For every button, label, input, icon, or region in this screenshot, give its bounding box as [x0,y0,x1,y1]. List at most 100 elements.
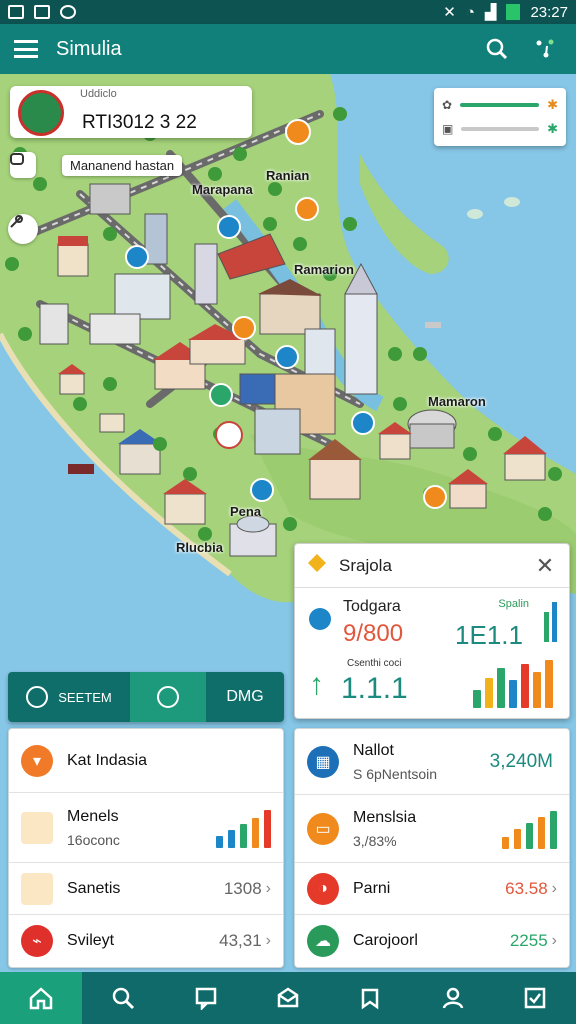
city-badge-icon [18,90,64,136]
info-popup: Srajola ✕ Todgara 9/800 Spalin 1E1.1 ↑ C… [294,543,570,719]
list-item-title: Parni [353,879,391,897]
chart-icon: ◑ [307,872,339,905]
speedometer-icon [309,608,331,630]
chevron-right-icon: › [265,932,271,949]
list-item[interactable]: ▦ Nallot S 6pNentsoin 3,240M [295,729,569,795]
place-label: Ranian [266,168,310,183]
close-icon[interactable]: ✕ [533,553,557,579]
today-label: Todgara [343,598,401,615]
popup-mini-bars [544,602,557,642]
bottom-navigation [0,972,576,1024]
image-icon [8,5,24,19]
status-time: 23:27 [530,3,568,21]
calendar-icon: ▦ [307,745,339,778]
segment-toggle[interactable] [130,672,206,722]
list-item[interactable]: Menels 16oconc [9,793,283,863]
lock-icon: ▣ [442,122,454,136]
diamond-icon [307,553,327,578]
legend-bar-primary [460,103,540,107]
popup-bar-chart [473,658,553,708]
segment-right-label: DMG [226,688,264,705]
location-subtitle: Uddiclo [80,88,117,100]
check-icon[interactable] [494,972,576,1024]
share-icon[interactable] [528,32,562,66]
place-label: Rlucbia [176,540,223,555]
chart-caption: Csenthi coci [347,658,402,669]
gallery-icon [34,5,50,19]
list-item-subtitle: 16oconc [67,831,120,848]
list-item-title: Nallot [353,741,394,759]
chevron-right-icon: › [551,932,557,949]
chat-icon[interactable] [165,972,247,1024]
settings-icon [60,5,76,19]
list-item-value: 2255 [509,931,548,950]
trend-arrow-icon: ↑ [309,668,324,701]
segment-dmg[interactable]: DMG [206,672,284,722]
battery-icon [506,4,521,20]
list-item-title: Sanetis [67,879,121,897]
segmented-control: SEETEM DMG [8,672,284,722]
segment-left-label: SEETEM [58,689,112,705]
place-label: Pena [230,504,262,519]
bookmark-icon[interactable] [329,972,411,1024]
list-item-value: 3,240M [489,750,553,772]
list-item-subtitle: 3,/83% [353,832,397,849]
right-list: ▦ Nallot S 6pNentsoin 3,240M ▭ Menslsia … [294,728,570,968]
spark-value: 1E1.1 [455,620,523,650]
layers-icon[interactable] [10,152,36,178]
list-item[interactable]: ☁ Carojoorl 2255 › [295,915,569,967]
app-title: Simulia [56,37,122,60]
wallet-icon: ▭ [307,812,339,845]
mail-icon[interactable] [247,972,329,1024]
list-item-value: 1308 [223,878,262,898]
segment-system[interactable]: SEETEM [8,672,130,722]
left-list: ▾ Kat Indasia Menels 16oconc Sanetis 130… [8,728,284,968]
document-icon [21,872,53,905]
app-bar: Simulia [0,24,576,74]
trend-value: 1.1.1 [341,672,408,705]
search-icon[interactable] [480,32,514,66]
leaf-icon: ✱ [547,121,558,136]
place-label: Marapana [192,182,253,197]
list-item-title: Menslsia [353,808,417,826]
mini-bar-chart [216,808,271,848]
list-item[interactable]: ▾ Kat Indasia [9,729,283,793]
location-card[interactable]: Uddiclo RTI3012 3 22 [10,86,252,138]
popup-title: Srajola [339,555,392,575]
list-item[interactable]: ⌁ Svileyt 43,31 › [9,915,283,967]
layer-chip[interactable]: Mananend hastan [10,152,183,178]
list-item[interactable]: ◑ Parni 63.58 › [295,863,569,915]
signal-icon: ▟ [484,4,497,21]
list-item-value: 63.58 [505,878,548,898]
location-title: RTI3012 3 22 [82,112,197,133]
list-item[interactable]: ▭ Menslsia 3,/83% [295,795,569,863]
list-item-title: Menels [67,807,119,825]
legend-bar-secondary [461,127,540,131]
target-icon [157,686,179,708]
search-icon[interactable] [82,972,164,1024]
cloud-icon: ☁ [307,925,339,957]
locate-icon[interactable] [8,214,38,244]
star-icon: ✱ [547,97,558,112]
list-item-title: Carojoorl [353,932,418,949]
list-item-value: 43,31 [219,931,262,950]
nfc-icon: ✕ [443,4,456,21]
today-value: 9/800 [343,620,404,647]
filter-icon [26,686,49,708]
status-bar: ✕ ◔ ▟ 23:27 [0,0,576,24]
chat-icon: ▾ [21,744,53,777]
list-item-title: Kat Indasia [67,751,148,769]
profile-icon[interactable] [411,972,493,1024]
wifi-icon: ◔ [465,3,475,21]
place-label: Mamaron [428,394,486,409]
chevron-right-icon: › [551,879,557,897]
list-item-subtitle: S 6pNentsoin [353,765,438,782]
list-item[interactable]: Sanetis 1308 › [9,863,283,915]
menu-icon[interactable] [14,40,38,58]
place-label: Ramarion [294,262,354,277]
chip-label: Mananend hastan [62,154,183,176]
notepad-icon [21,811,53,844]
home-icon[interactable] [0,972,83,1024]
map-legend[interactable]: ✿ ✱ ▣ ✱ [434,88,566,146]
list-item-title: Svileyt [67,932,115,949]
